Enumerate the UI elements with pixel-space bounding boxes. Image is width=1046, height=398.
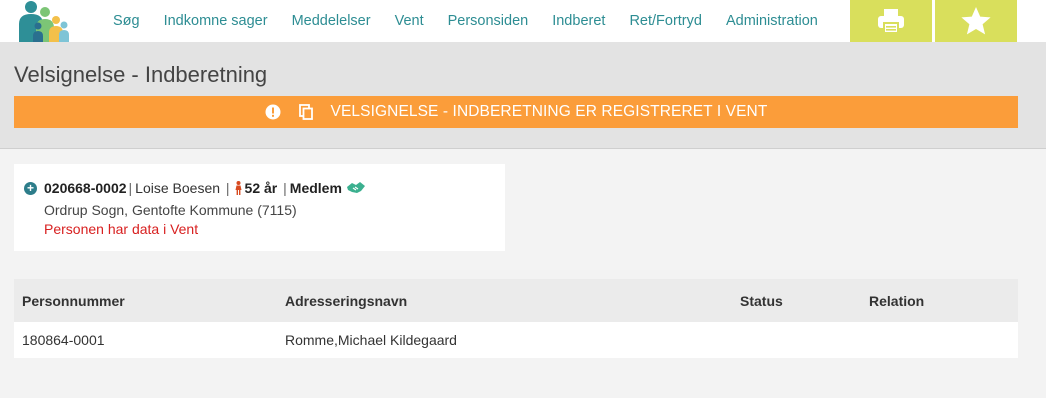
copy-icon[interactable]	[298, 104, 313, 120]
expand-plus-icon[interactable]: +	[24, 181, 37, 195]
col-header-relation[interactable]: Relation	[869, 279, 924, 322]
table-header: Personnummer Adresseringsnavn Status Rel…	[14, 279, 1018, 322]
col-header-status[interactable]: Status	[740, 279, 783, 322]
nav-item-vent[interactable]: Vent	[383, 13, 436, 29]
status-banner: VELSIGNELSE - INDBERETNING ER REGISTRERE…	[14, 96, 1018, 128]
cell-personnummer: 180864-0001	[22, 332, 105, 348]
female-person-icon	[235, 181, 242, 195]
page-header: Velsignelse - Indberetning VELSIGNELSE -…	[0, 42, 1046, 149]
person-card: + 020668-0002 | Loise Boesen | 52 år | M…	[14, 164, 505, 251]
relations-table: Personnummer Adresseringsnavn Status Rel…	[14, 279, 1018, 358]
nav-item-administration[interactable]: Administration	[714, 13, 830, 29]
people-logo-icon[interactable]	[12, 0, 70, 42]
cell-adresseringsnavn: Romme,Michael Kildegaard	[285, 332, 457, 348]
star-icon	[961, 7, 991, 35]
nav-item-indkomne-sager[interactable]: Indkomne sager	[152, 13, 280, 29]
person-parish: Ordrup Sogn, Gentofte Kommune (7115)	[44, 202, 297, 218]
person-age: 52 år	[244, 180, 278, 196]
print-button[interactable]	[850, 0, 932, 42]
person-notice[interactable]: Personen har data i Vent	[44, 221, 198, 237]
favorite-button[interactable]	[935, 0, 1017, 42]
exclamation-icon	[265, 104, 281, 120]
top-navigation-bar: Søg Indkomne sager Meddelelser Vent Pers…	[0, 0, 1046, 42]
nav-item-meddelelser[interactable]: Meddelelser	[280, 13, 383, 29]
nav-item-sog[interactable]: Søg	[101, 13, 152, 29]
nav-item-indberet[interactable]: Indberet	[540, 13, 617, 29]
banner-text: VELSIGNELSE - INDBERETNING ER REGISTRERE…	[330, 103, 768, 120]
person-summary: + 020668-0002 | Loise Boesen | 52 år | M…	[24, 180, 366, 196]
handshake-icon	[346, 182, 365, 193]
printer-icon	[878, 9, 904, 34]
main-nav: Søg Indkomne sager Meddelelser Vent Pers…	[101, 0, 830, 42]
page-title: Velsignelse - Indberetning	[14, 62, 268, 87]
nav-item-personsiden[interactable]: Personsiden	[436, 13, 541, 29]
col-header-personnummer[interactable]: Personnummer	[22, 279, 125, 322]
table-row[interactable]: 180864-0001 Romme,Michael Kildegaard	[14, 322, 1018, 358]
col-header-adresseringsnavn[interactable]: Adresseringsnavn	[285, 279, 407, 322]
person-cpr: 020668-0002	[44, 180, 127, 196]
person-membership: Medlem	[289, 180, 342, 196]
person-name: Loise Boesen	[135, 180, 221, 196]
nav-item-ret-fortryd[interactable]: Ret/Fortryd	[617, 13, 714, 29]
